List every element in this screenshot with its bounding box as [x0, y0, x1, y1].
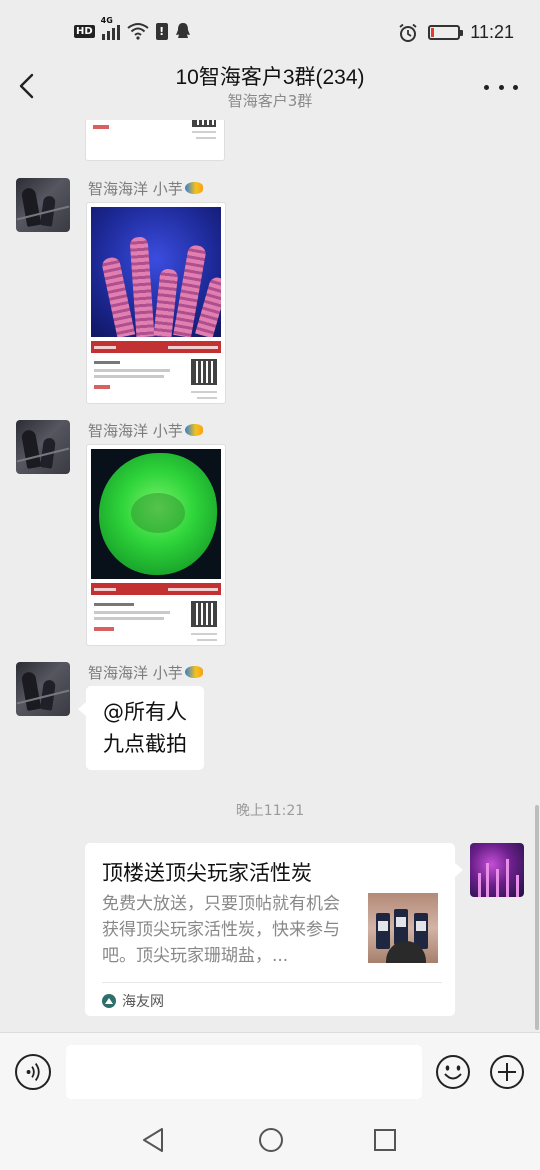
- poster-info: [91, 353, 221, 403]
- fish-emoji-icon: [184, 181, 203, 194]
- sender-avatar[interactable]: [16, 662, 70, 716]
- message-line: @所有人: [103, 700, 187, 724]
- chat-title: 10智海客户3群(234): [175, 66, 365, 89]
- qr-code-icon: [192, 120, 216, 127]
- sender-name: 智海海洋 小芋: [88, 178, 203, 199]
- input-bar: [0, 1032, 540, 1114]
- poster-info: [91, 595, 221, 645]
- wifi-icon: [127, 23, 149, 40]
- fish-emoji-icon: [184, 665, 203, 678]
- sender-avatar[interactable]: [16, 178, 70, 232]
- warning-icon: !: [155, 22, 168, 40]
- link-card-description: 免费大放送，只要顶帖就有机会获得顶尖玩家活性炭，快来参与吧。顶尖玩家珊瑚盐，..…: [102, 894, 340, 966]
- alarm-icon: [399, 23, 417, 42]
- status-bar: HD 4G ! 11:21: [0, 0, 540, 62]
- qq-icon: [175, 23, 190, 38]
- nav-recent-icon[interactable]: [372, 1127, 398, 1153]
- sender-name: 智海海洋 小芋: [88, 420, 203, 441]
- poster-message[interactable]: [86, 202, 226, 404]
- poster-message-partial[interactable]: [85, 120, 225, 161]
- link-card-divider: [102, 982, 442, 983]
- text-message[interactable]: @所有人 九点截拍: [78, 686, 204, 770]
- nav-home-icon[interactable]: [257, 1126, 285, 1154]
- battery-level: [431, 28, 434, 37]
- link-card-source: 海友网: [102, 991, 164, 1011]
- chat-history[interactable]: 智海海洋 小芋 智海海洋 小芋 智海海洋 小芋 @所有人 九点截拍 晚上11:2…: [0, 120, 540, 1032]
- qr-code-icon: [191, 601, 217, 627]
- emoji-icon[interactable]: [435, 1054, 471, 1090]
- message-timestamp: 晚上11:21: [235, 803, 305, 819]
- link-card-title: 顶楼送顶尖玩家活性炭: [102, 861, 312, 885]
- status-left: HD 4G !: [74, 16, 191, 40]
- qr-code-icon: [191, 359, 217, 385]
- status-right: 11:21: [398, 22, 514, 43]
- nav-back-icon[interactable]: [140, 1126, 168, 1154]
- status-time: 11:21: [470, 22, 514, 42]
- hd-icon: HD: [74, 24, 95, 38]
- fish-emoji-icon: [184, 423, 203, 436]
- network-type: 4G: [100, 16, 113, 25]
- coral-photo: [91, 207, 221, 337]
- poster-message[interactable]: [86, 444, 226, 646]
- link-card-thumbnail: [368, 893, 438, 963]
- message-input[interactable]: [66, 1045, 422, 1099]
- self-avatar[interactable]: [470, 843, 524, 897]
- source-logo-icon: [102, 994, 116, 1008]
- signal-icon: 4G: [101, 16, 120, 40]
- chat-header: 10智海客户3群(234) 智海客户3群: [0, 56, 540, 120]
- chat-scrollbar[interactable]: [535, 805, 539, 1030]
- coral-photo: [91, 449, 221, 579]
- sender-avatar[interactable]: [16, 420, 70, 474]
- message-line: 九点截拍: [103, 732, 187, 756]
- system-nav-bar: [0, 1114, 540, 1170]
- chat-subtitle: 智海客户3群: [227, 92, 313, 110]
- link-card-message[interactable]: 顶楼送顶尖玩家活性炭 免费大放送，只要顶帖就有机会获得顶尖玩家活性炭，快来参与吧…: [85, 843, 463, 1016]
- voice-icon[interactable]: [15, 1054, 51, 1090]
- battery-icon: [428, 25, 464, 40]
- plus-icon[interactable]: [489, 1054, 525, 1090]
- more-dots-icon[interactable]: [484, 76, 518, 98]
- poster-banner: [91, 583, 221, 595]
- sender-name: 智海海洋 小芋: [88, 662, 203, 683]
- link-card-source-name: 海友网: [122, 994, 164, 1010]
- poster-banner: [91, 341, 221, 353]
